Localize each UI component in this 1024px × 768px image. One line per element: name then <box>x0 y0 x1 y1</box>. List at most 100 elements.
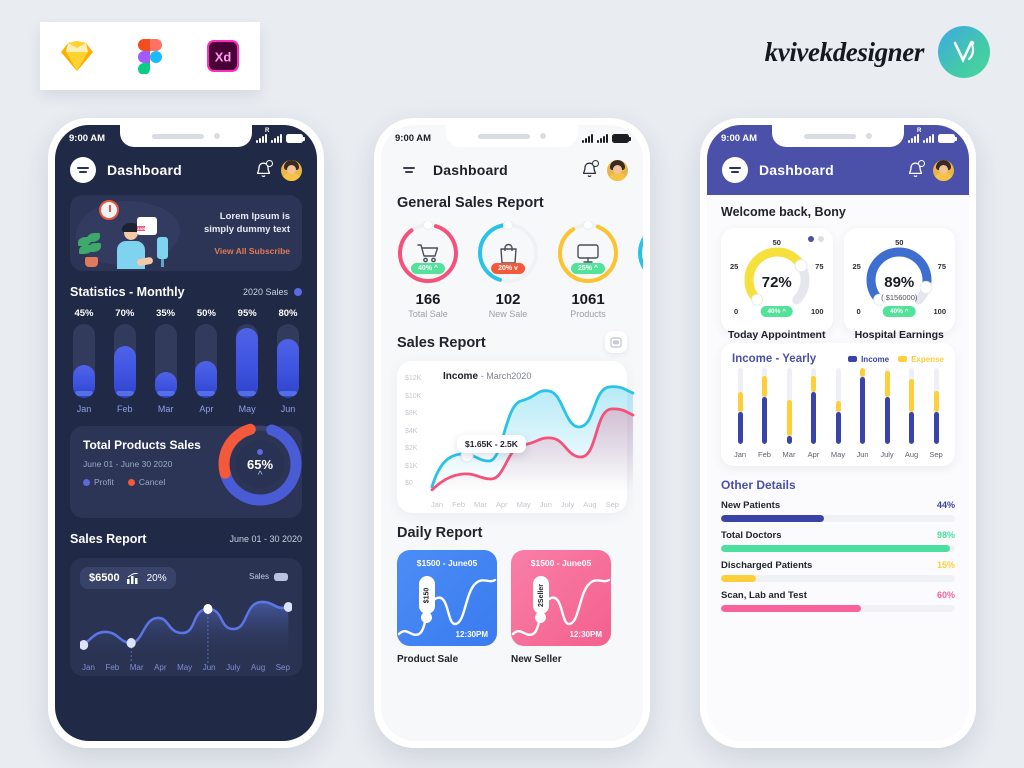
income-chart-tooltip: $1.65K - 2.5K <box>457 435 526 453</box>
chevron-up-icon: ^ <box>257 469 263 481</box>
detail-percent: 44% <box>936 500 955 510</box>
income-bar-label: Feb <box>758 450 771 459</box>
daily-time: 12:30PM <box>569 630 602 639</box>
income-area-chart-card: Income - March2020 $12K $10K $8K $4K $2K $1K $… <box>397 361 635 513</box>
page-title: Dashboard <box>433 162 508 178</box>
sketch-icon[interactable] <box>58 37 96 75</box>
income-bar-track <box>762 368 767 444</box>
daily-report-row: $1500 - June05 $150 12:30PM Product Sale $15… <box>397 550 627 665</box>
expense-bar-fill <box>737 392 743 413</box>
income-bar-column: Sep <box>928 368 944 459</box>
view-all-subscribe-link[interactable]: View All Subscribe <box>188 246 290 256</box>
legend-dot-icon <box>83 478 90 486</box>
income-bar-fill <box>811 392 816 444</box>
stat-bar-label: May <box>238 404 256 414</box>
income-bar-column: July <box>879 368 895 459</box>
x-axis-tick: May <box>516 500 531 509</box>
detail-percent: 98% <box>936 530 955 540</box>
daily-label: Product Sale <box>397 654 459 665</box>
phone2-app-bar: Dashboard <box>381 151 643 193</box>
daily-chart: $1500 - June05 $150 12:30PM <box>397 550 497 646</box>
stat-circle-card[interactable]: 2Visi <box>635 221 643 319</box>
income-bar-label: Apr <box>807 450 820 459</box>
gauge-tick-100: 100 <box>810 307 824 316</box>
stat-number: 102 <box>495 291 521 308</box>
welcome-message: Welcome back, Bony <box>721 205 846 219</box>
legend-item: Cancel <box>127 477 165 487</box>
user-avatar[interactable] <box>281 159 302 181</box>
income-bar-fill <box>884 396 890 444</box>
adobe-xd-icon[interactable]: Xd <box>204 37 242 75</box>
daily-chart: $1500 - June05 2Seller 12:30PM <box>511 550 611 646</box>
gauge-tick-100: 100 <box>933 307 946 316</box>
stat-ring: 25% ^ <box>556 220 620 285</box>
promo-banner-card[interactable]: JAN 20 Lorem Ipsum is simply dummy text … <box>70 195 302 271</box>
daily-report-card[interactable]: $1500 - June05 2Seller 12:30PM New Seller <box>511 550 611 665</box>
stat-circle-card[interactable]: 20% v 102 New Sale <box>475 220 541 319</box>
hamburger-menu-icon[interactable] <box>396 157 422 183</box>
gauge-card[interactable]: 50 25 75 0 100 89% ( $156000) 40% ^ Hospital Ear… <box>843 228 955 341</box>
gauge-badge: 40% ^ <box>882 306 916 317</box>
signal-icon-2 <box>923 133 934 143</box>
figma-icon[interactable] <box>131 37 169 75</box>
income-bar-label: Jun <box>856 450 869 459</box>
stat-bar-fill <box>73 364 95 398</box>
total-products-sales-card[interactable]: Total Products Sales June 01 - June 30 2… <box>70 422 302 518</box>
status-time: 9:00 AM <box>721 132 758 144</box>
stat-bar-track <box>195 324 218 398</box>
x-axis-tick: Sep <box>605 500 619 509</box>
income-bar-fill <box>737 412 743 444</box>
notification-bell-icon[interactable] <box>255 159 273 180</box>
stat-ring: 40% ^ <box>396 220 460 285</box>
legend-label: Income <box>861 354 890 364</box>
income-bar-label: Mar <box>782 450 796 459</box>
stat-bar-label: Jun <box>280 404 296 414</box>
hamburger-menu-icon[interactable] <box>70 157 96 183</box>
income-bar-track <box>737 368 743 444</box>
plant-icon <box>78 233 104 267</box>
stat-bar-fill <box>154 372 177 398</box>
notification-bell-icon[interactable] <box>907 159 925 180</box>
sales-report-header-1: Sales Report June 01 - 30 2020 <box>70 532 302 546</box>
x-axis-tick: Aug <box>583 500 597 509</box>
phone-mockup-2: 9:00 AM Dashboard General Sales Report 4… <box>374 118 650 748</box>
sales-report-x-axis-1: Jan Feb Mar Apr May Jun July Aug Sep <box>80 663 292 672</box>
legend-item: Expense <box>898 355 944 364</box>
detail-progress-fill <box>721 605 862 612</box>
detail-progress-track <box>721 545 955 552</box>
signal-icon-1: R <box>908 128 921 143</box>
statistics-title: Statistics - Monthly <box>70 285 185 299</box>
user-avatar[interactable] <box>933 159 954 181</box>
calendar-icon: JAN 20 <box>137 217 157 235</box>
stat-bar-track <box>73 324 95 398</box>
sales-report-title-2: Sales Report <box>397 335 486 351</box>
stat-bar-value: 50% <box>196 308 216 319</box>
notification-bell-icon[interactable] <box>581 159 599 180</box>
income-bar-track <box>786 368 792 444</box>
gauge-card[interactable]: 50 25 75 0 100 72% 40% ^ Today Appointment <box>721 228 833 341</box>
roaming-indicator: R <box>917 127 922 134</box>
daily-point-marker <box>535 612 546 623</box>
x-axis-tick: Jan <box>431 500 444 509</box>
legend-item: Income <box>848 355 889 364</box>
axis-tick-label: Apr <box>154 663 167 672</box>
roaming-indicator: R <box>265 127 270 134</box>
hamburger-menu-icon[interactable] <box>722 157 748 183</box>
calendar-button[interactable] <box>605 331 627 353</box>
general-sales-report-title: General Sales Report <box>397 195 544 211</box>
stat-circle-card[interactable]: 25% ^ 1061 Products <box>555 220 621 319</box>
detail-progress-fill <box>721 545 951 552</box>
legend-swatch-icon <box>898 356 908 362</box>
signal-icon-2 <box>597 133 608 143</box>
daily-tooltip: $150 <box>419 576 435 614</box>
income-bar-fill <box>933 412 939 444</box>
daily-report-card[interactable]: $1500 - June05 $150 12:30PM Product Sale <box>397 550 497 665</box>
income-bar-fill <box>786 436 792 444</box>
stat-circle-card[interactable]: 40% ^ 166 Total Sale <box>395 220 461 319</box>
sales-report-date-1: June 01 - 30 2020 <box>229 534 302 544</box>
detail-label: New Patients <box>721 500 781 511</box>
phone-mockup-1: 9:00 AM R Dashboard JAN Lorem Ipsum is s… <box>48 118 324 748</box>
user-avatar[interactable] <box>607 159 628 181</box>
stat-badge: 40% ^ <box>410 263 446 274</box>
stat-bar-track <box>276 324 299 398</box>
